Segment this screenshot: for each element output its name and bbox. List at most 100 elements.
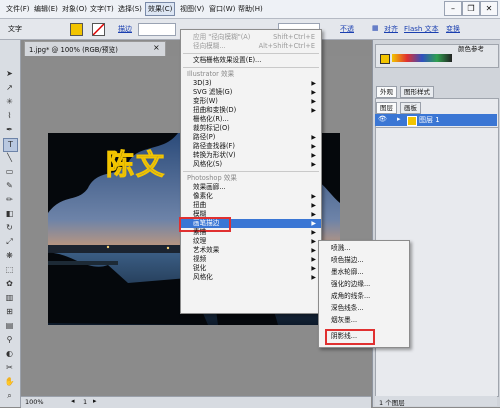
submenu-arrow-icon: ▶ bbox=[311, 229, 316, 236]
fill-color-swatch[interactable] bbox=[380, 54, 390, 64]
menu-item-label: 像素化 bbox=[193, 192, 213, 200]
blend-tool-icon[interactable]: ◐ bbox=[3, 348, 16, 360]
symbol-sprayer-icon[interactable]: ✿ bbox=[3, 278, 16, 290]
brush-submenu-item[interactable]: 成角的线条... bbox=[319, 292, 409, 301]
stroke-weight-field[interactable] bbox=[138, 23, 176, 36]
menu-select[interactable]: 选择(S) bbox=[116, 3, 144, 15]
effect-menu-item[interactable]: 扭曲 ▶ bbox=[181, 201, 321, 210]
rectangle-tool-icon[interactable]: ▭ bbox=[3, 166, 16, 178]
menu-help[interactable]: 帮助(H) bbox=[236, 3, 265, 15]
rotate-tool-icon[interactable]: ↻ bbox=[3, 222, 16, 234]
visibility-eye-icon[interactable]: 👁 bbox=[378, 115, 387, 123]
effect-menu-item[interactable]: 路径查找器(F) ▶ bbox=[181, 142, 321, 151]
flash-text-label[interactable]: Flash 文本 bbox=[404, 24, 439, 34]
close-tab-icon[interactable]: × bbox=[153, 43, 160, 52]
tab-artboards[interactable]: 画板 bbox=[400, 102, 421, 114]
menu-edit[interactable]: 编辑(E) bbox=[32, 3, 60, 15]
menu-effect[interactable]: 效果(C) bbox=[145, 2, 176, 16]
brush-submenu-item[interactable]: 强化的边缘... bbox=[319, 280, 409, 289]
selection-tool-icon[interactable]: ➤ bbox=[3, 68, 16, 80]
menu-item-label: 路径(P) bbox=[193, 133, 216, 141]
color-swatches[interactable] bbox=[392, 54, 452, 62]
paintbrush-icon[interactable]: ✎ bbox=[3, 180, 16, 192]
submenu-arrow-icon: ▶ bbox=[311, 98, 316, 105]
fill-swatch[interactable] bbox=[70, 23, 83, 36]
effect-menu-item[interactable]: 艺术效果 ▶ bbox=[181, 246, 321, 255]
menu-item-label: 文档栅格效果设置(E)... bbox=[193, 56, 262, 64]
gradient-tool-icon[interactable]: ▤ bbox=[3, 320, 16, 332]
stroke-label[interactable]: 描边 bbox=[118, 24, 132, 34]
effect-menu-item[interactable]: 风格化 ▶ bbox=[181, 273, 321, 282]
brush-submenu-item[interactable]: 烟灰墨... bbox=[319, 316, 409, 325]
align-label[interactable]: 对齐 bbox=[384, 24, 398, 34]
effect-menu-item[interactable]: SVG 滤镜(G) ▶ bbox=[181, 88, 321, 97]
mesh-tool-icon[interactable]: ⊞ bbox=[3, 306, 16, 318]
next-artboard-icon[interactable]: ▸ bbox=[93, 397, 97, 405]
document-tab[interactable]: 1.jpg* @ 100% (RGB/预览) × bbox=[24, 41, 166, 56]
graph-tool-icon[interactable]: ▥ bbox=[3, 292, 16, 304]
free-transform-icon[interactable]: ⬚ bbox=[3, 264, 16, 276]
brush-strokes-submenu: 喷溅... 喷色描边... 墨水轮廓... 强化的边缘... 成角的线条... 深色线条.… bbox=[318, 240, 410, 348]
brush-submenu-item[interactable]: 喷溅... bbox=[319, 244, 409, 253]
artboard-number[interactable]: 1 bbox=[83, 398, 87, 406]
prev-artboard-icon[interactable]: ◂ bbox=[71, 397, 75, 405]
effect-menu-item[interactable]: 3D(3) ▶ bbox=[181, 79, 321, 88]
effect-menu-item[interactable]: 转换为形状(V) ▶ bbox=[181, 151, 321, 160]
lasso-icon[interactable]: ⌇ bbox=[3, 110, 16, 122]
tab-layers[interactable]: 图层 bbox=[376, 102, 397, 114]
effect-menu-item[interactable]: 效果画廊... bbox=[181, 183, 321, 192]
close-icon[interactable]: ✕ bbox=[480, 1, 498, 16]
brush-submenu-item[interactable]: 墨水轮廓... bbox=[319, 268, 409, 277]
menu-view[interactable]: 视图(V) bbox=[178, 3, 206, 15]
zoom-tool-icon[interactable]: ⌕ bbox=[3, 390, 16, 402]
effect-menu-item[interactable]: 扭曲和变换(D) ▶ bbox=[181, 106, 321, 115]
line-tool-icon[interactable]: ╲ bbox=[3, 152, 16, 164]
menu-window[interactable]: 窗口(W) bbox=[207, 3, 237, 15]
effect-menu-item[interactable]: 素描 ▶ bbox=[181, 228, 321, 237]
stroke-swatch[interactable] bbox=[92, 23, 105, 36]
tab-appearance[interactable]: 外观 bbox=[376, 86, 397, 98]
menu-item-label: 裁剪标记(O) bbox=[193, 124, 230, 132]
effect-menu-item[interactable]: 裁剪标记(O) bbox=[181, 124, 321, 133]
document-title: 1.jpg* @ 100% (RGB/预览) bbox=[29, 46, 118, 54]
menu-object[interactable]: 对象(O) bbox=[60, 3, 89, 15]
eraser-icon[interactable]: ◧ bbox=[3, 208, 16, 220]
color-guide-tab[interactable]: 颜色参考 bbox=[458, 43, 484, 53]
align-icon[interactable]: ▦ bbox=[372, 24, 379, 32]
scissors-icon[interactable]: ✂ bbox=[3, 362, 16, 374]
minimize-icon[interactable]: – bbox=[444, 1, 462, 16]
effect-menu-item[interactable]: 锐化 ▶ bbox=[181, 264, 321, 273]
effect-menu-item[interactable]: 文档栅格效果设置(E)... bbox=[181, 56, 321, 65]
effect-menu-item[interactable]: 像素化 ▶ bbox=[181, 192, 321, 201]
brush-submenu-item[interactable]: 深色线条... bbox=[319, 304, 409, 313]
zoom-level[interactable]: 100% bbox=[25, 398, 44, 406]
warp-tool-icon[interactable]: ❋ bbox=[3, 250, 16, 262]
effect-menu-item[interactable]: 纹理 ▶ bbox=[181, 237, 321, 246]
effect-menu-item[interactable]: 变形(W) ▶ bbox=[181, 97, 321, 106]
transform-label[interactable]: 变换 bbox=[446, 24, 460, 34]
menu-item-label: 风格化 bbox=[193, 273, 213, 281]
type-tool-icon[interactable]: T bbox=[3, 138, 18, 152]
menu-type[interactable]: 文字(T) bbox=[88, 3, 116, 15]
direct-selection-icon[interactable]: ↗ bbox=[3, 82, 16, 94]
magic-wand-icon[interactable]: ✳ bbox=[3, 96, 16, 108]
artwork-text[interactable]: 陈文 bbox=[105, 143, 166, 183]
hand-tool-icon[interactable]: ✋ bbox=[3, 376, 16, 388]
scale-tool-icon[interactable]: ⤢ bbox=[3, 236, 16, 248]
effect-menu-item[interactable]: 视频 ▶ bbox=[181, 255, 321, 264]
layer-name[interactable]: 图层 1 bbox=[419, 115, 440, 125]
effect-menu-item[interactable]: 栅格化(R)... bbox=[181, 115, 321, 124]
brush-submenu-item[interactable]: 喷色描边... bbox=[319, 256, 409, 265]
effect-menu-item[interactable]: 风格化(S) ▶ bbox=[181, 160, 321, 169]
layer-row[interactable]: 👁 ▸ 图层 1 bbox=[375, 114, 497, 126]
pencil-icon[interactable]: ✏ bbox=[3, 194, 16, 206]
tab-graphic-styles[interactable]: 图形样式 bbox=[400, 86, 434, 98]
opacity-label[interactable]: 不透 bbox=[340, 24, 354, 34]
effect-menu-item[interactable]: 路径(P) ▶ bbox=[181, 133, 321, 142]
submenu-item-label: 喷溅... bbox=[331, 244, 351, 252]
expand-arrow-icon[interactable]: ▸ bbox=[397, 115, 401, 123]
eyedropper-icon[interactable]: ⚲ bbox=[3, 334, 16, 346]
menu-file[interactable]: 文件(F) bbox=[4, 3, 32, 15]
restore-icon[interactable]: ❐ bbox=[462, 1, 480, 16]
pen-tool-icon[interactable]: ✒ bbox=[3, 124, 16, 136]
